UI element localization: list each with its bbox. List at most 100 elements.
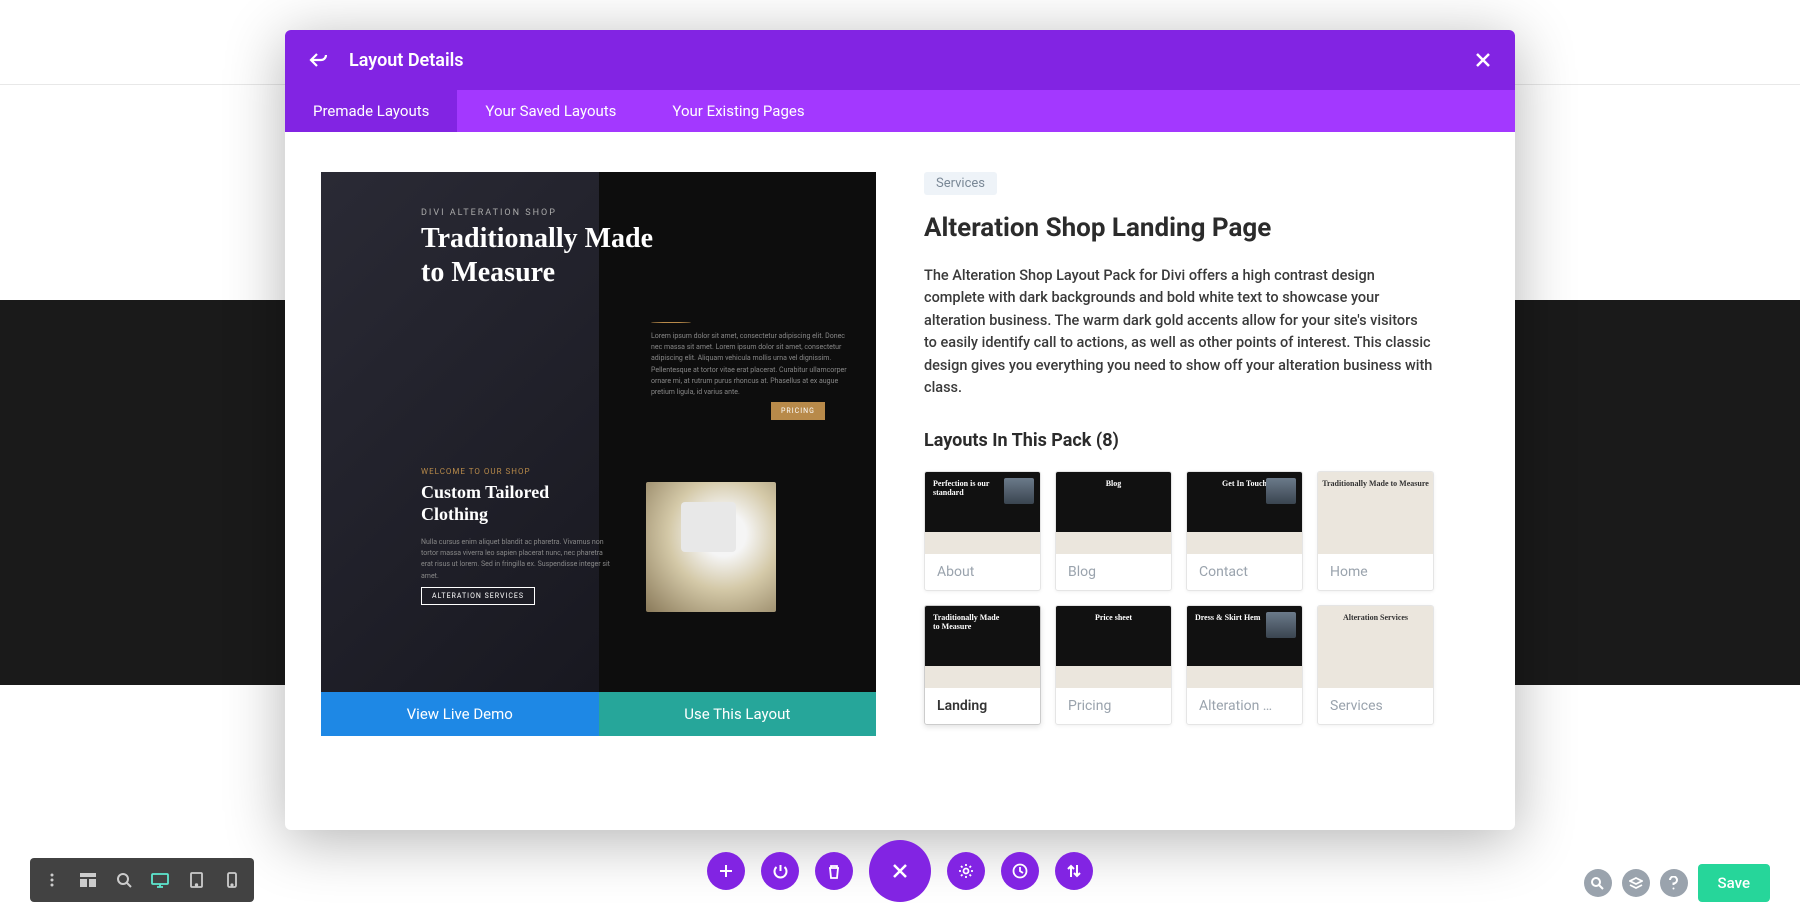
gear-icon bbox=[958, 863, 974, 879]
history-button[interactable] bbox=[1001, 852, 1039, 890]
preview-eyebrow: DIVI ALTERATION SHOP bbox=[421, 208, 557, 218]
right-tool-group: Save bbox=[1584, 864, 1770, 902]
pack-grid: Perfection is our standard About Blog Blog G… bbox=[924, 471, 1434, 725]
portability-button[interactable] bbox=[1055, 852, 1093, 890]
tablet-view-button[interactable] bbox=[178, 862, 214, 898]
layout-title: Alteration Shop Landing Page bbox=[924, 213, 1479, 243]
pack-thumb-title: Dress & Skirt Hem bbox=[1195, 614, 1260, 623]
details-column: Services Alteration Shop Landing Page Th… bbox=[924, 172, 1479, 736]
power-button[interactable] bbox=[761, 852, 799, 890]
pack-card[interactable]: Get In TouchContact bbox=[1186, 471, 1303, 591]
close-icon bbox=[890, 861, 910, 881]
layers-button[interactable] bbox=[1622, 869, 1650, 897]
thumb-image bbox=[1004, 478, 1034, 504]
preview-actions: View Live Demo Use This Layout bbox=[321, 692, 876, 736]
settings-button[interactable] bbox=[947, 852, 985, 890]
pack-card[interactable]: Alteration Services Services bbox=[1317, 605, 1434, 725]
layout-details-modal: Layout Details Premade Layouts Your Save… bbox=[285, 30, 1515, 830]
preview-hero-title: Traditionally Made to Measure bbox=[421, 222, 681, 289]
modal-tabs: Premade Layouts Your Saved Layouts Your … bbox=[285, 90, 1515, 132]
desktop-view-button[interactable] bbox=[142, 862, 178, 898]
add-button[interactable] bbox=[707, 852, 745, 890]
pack-card[interactable]: Blog Blog bbox=[1055, 471, 1172, 591]
left-tool-group bbox=[30, 858, 254, 902]
pack-card[interactable]: Traditionally Made to Measure Landing bbox=[924, 605, 1041, 725]
wireframe-icon bbox=[80, 873, 96, 887]
pack-thumb-title: Perfection is our standard bbox=[933, 480, 1003, 498]
pack-thumb-title: Blog bbox=[1056, 480, 1171, 489]
pack-card-label: Contact bbox=[1187, 554, 1302, 590]
zoom-icon bbox=[117, 873, 132, 888]
close-button[interactable] bbox=[1475, 52, 1491, 68]
pack-card[interactable]: Price sheet Pricing bbox=[1055, 605, 1172, 725]
tablet-icon bbox=[190, 872, 203, 888]
thumb-image bbox=[1266, 478, 1296, 504]
view-demo-button[interactable]: View Live Demo bbox=[321, 692, 599, 736]
preview-paragraph: Lorem ipsum dolor sit amet, consectetur … bbox=[651, 322, 851, 398]
preview-sewing-image bbox=[646, 482, 776, 612]
pack-card[interactable]: Dress & Skirt Hem Alteration … bbox=[1186, 605, 1303, 725]
preview-cta: PRICING bbox=[771, 402, 825, 420]
builder-bottom-bar: Save bbox=[0, 852, 1800, 902]
preview-sub-button: ALTERATION SERVICES bbox=[421, 587, 535, 605]
save-button[interactable]: Save bbox=[1698, 864, 1770, 902]
pack-card[interactable]: Traditionally Made to MeasureHome bbox=[1317, 471, 1434, 591]
pack-thumb: Price sheet bbox=[1056, 606, 1171, 688]
preview-column: DIVI ALTERATION SHOP Traditionally Made … bbox=[321, 172, 876, 736]
close-icon bbox=[1475, 52, 1491, 68]
pack-card[interactable]: Perfection is our standard About bbox=[924, 471, 1041, 591]
dots-vertical-icon bbox=[45, 873, 59, 887]
thumb-image bbox=[1266, 612, 1296, 638]
back-button[interactable] bbox=[309, 52, 327, 68]
tab-saved-layouts[interactable]: Your Saved Layouts bbox=[457, 90, 644, 132]
pack-thumb-title: Alteration Services bbox=[1318, 614, 1433, 623]
up-down-icon bbox=[1067, 863, 1081, 879]
pack-card-label: About bbox=[925, 554, 1040, 590]
delete-button[interactable] bbox=[815, 852, 853, 890]
zoom-button[interactable] bbox=[106, 862, 142, 898]
pack-thumb: Traditionally Made to Measure bbox=[925, 606, 1040, 688]
pack-card-label: Blog bbox=[1056, 554, 1171, 590]
close-panel-button[interactable] bbox=[869, 840, 931, 902]
use-layout-button[interactable]: Use This Layout bbox=[599, 692, 877, 736]
layers-icon bbox=[1629, 877, 1643, 890]
pack-card-label: Landing bbox=[925, 688, 1040, 724]
preview-sub-title: Custom Tailored Clothing bbox=[421, 482, 601, 525]
pack-card-label: Pricing bbox=[1056, 688, 1171, 724]
center-tool-group bbox=[707, 840, 1093, 902]
pack-card-label: Alteration … bbox=[1187, 688, 1302, 724]
pack-thumb: Alteration Services bbox=[1318, 606, 1433, 688]
pack-thumb: Blog bbox=[1056, 472, 1171, 554]
back-arrow-icon bbox=[309, 52, 327, 68]
pack-thumb: Dress & Skirt Hem bbox=[1187, 606, 1302, 688]
help-button[interactable] bbox=[1660, 869, 1688, 897]
layout-description: The Alteration Shop Layout Pack for Divi… bbox=[924, 265, 1434, 400]
tab-existing-pages[interactable]: Your Existing Pages bbox=[644, 90, 832, 132]
pack-thumb-title: Traditionally Made to Measure bbox=[933, 614, 1003, 632]
pack-thumb: Traditionally Made to Measure bbox=[1318, 472, 1433, 554]
trash-icon bbox=[827, 864, 841, 879]
modal-title: Layout Details bbox=[349, 50, 1475, 71]
preview-sub-eyebrow: WELCOME TO OUR SHOP bbox=[421, 467, 531, 476]
pack-card-label: Home bbox=[1318, 554, 1433, 590]
desktop-icon bbox=[151, 873, 169, 888]
pack-heading: Layouts In This Pack (8) bbox=[924, 430, 1479, 451]
help-icon bbox=[1669, 876, 1678, 890]
search-button[interactable] bbox=[1584, 869, 1612, 897]
history-icon bbox=[1012, 863, 1028, 879]
phone-view-button[interactable] bbox=[214, 862, 250, 898]
pack-thumb-title: Price sheet bbox=[1056, 614, 1171, 623]
pack-card-label: Services bbox=[1318, 688, 1433, 724]
preview-sub-paragraph: Nulla cursus enim aliquet blandit ac pha… bbox=[421, 537, 611, 582]
layout-preview: DIVI ALTERATION SHOP Traditionally Made … bbox=[321, 172, 876, 692]
modal-body: DIVI ALTERATION SHOP Traditionally Made … bbox=[285, 132, 1515, 776]
wireframe-button[interactable] bbox=[70, 862, 106, 898]
pack-thumb: Get In Touch bbox=[1187, 472, 1302, 554]
tab-premade-layouts[interactable]: Premade Layouts bbox=[285, 90, 457, 132]
phone-icon bbox=[227, 872, 237, 888]
pack-thumb: Perfection is our standard bbox=[925, 472, 1040, 554]
modal-header: Layout Details bbox=[285, 30, 1515, 90]
menu-button[interactable] bbox=[34, 862, 70, 898]
plus-icon bbox=[719, 864, 733, 878]
category-tag[interactable]: Services bbox=[924, 172, 997, 195]
